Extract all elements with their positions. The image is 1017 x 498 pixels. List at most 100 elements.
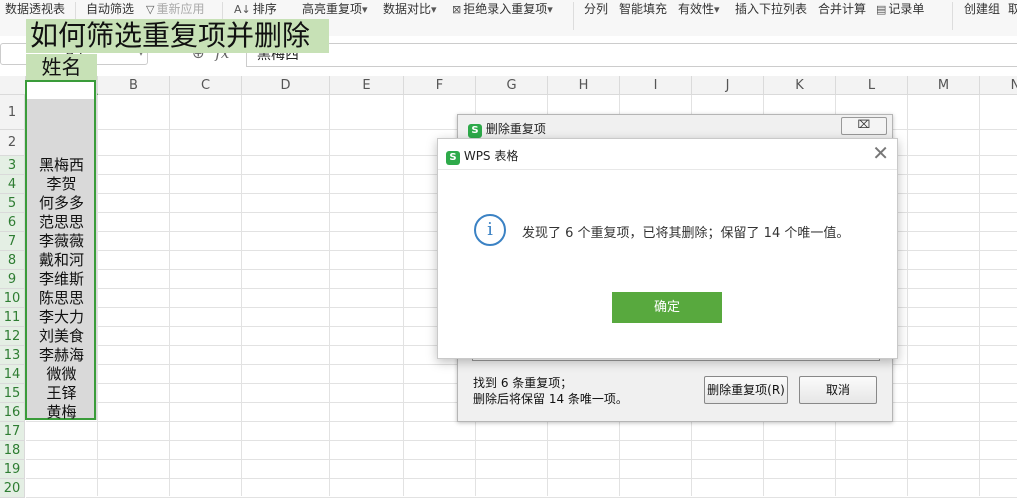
row-header-2[interactable]: 2 (0, 130, 25, 156)
data-compare-label: 数据对比 (383, 2, 432, 16)
select-all-corner[interactable] (0, 76, 26, 95)
toolbar-divider (573, 2, 574, 30)
row-header-4[interactable]: 4 (0, 175, 25, 194)
record-form-button[interactable]: ▤ 记录单 (876, 0, 924, 18)
column-header-k[interactable]: K (764, 76, 836, 95)
reapply-label: 重新应用 (156, 2, 205, 16)
row-header-9[interactable]: 9 (0, 270, 25, 289)
name-cell[interactable]: 李薇薇 (26, 232, 97, 251)
row-header-8[interactable]: 8 (0, 251, 25, 270)
sort-button[interactable]: A↓ 排序 (234, 0, 277, 18)
row-header-16[interactable]: 16 (0, 403, 25, 422)
dialog-header: S WPS 表格 ✕ (438, 139, 897, 170)
column-header-i[interactable]: I (620, 76, 692, 95)
row-header-18[interactable]: 18 (0, 441, 25, 460)
wps-message-dialog: S WPS 表格 ✕ i 发现了 6 个重复项，已将其删除；保留了 14 个唯一… (437, 138, 898, 359)
name-cell[interactable]: 李大力 (26, 308, 97, 327)
name-cell[interactable]: 何多多 (26, 194, 97, 213)
close-icon: ⌧ (857, 118, 871, 131)
smart-fill-button[interactable]: 智能填充 (619, 0, 667, 18)
chevron-down-icon: ▾ (362, 3, 368, 16)
row-header-1[interactable]: 1 (0, 95, 25, 130)
name-cell[interactable]: 李赫海 (26, 346, 97, 365)
row-header-13[interactable]: 13 (0, 346, 25, 365)
dialog-header: S 删除重复项 ⌧ (458, 115, 892, 139)
ok-button[interactable]: 确定 (612, 292, 722, 323)
chevron-down-icon: ▾ (431, 3, 437, 16)
row-header-6[interactable]: 6 (0, 213, 25, 232)
consolidate-button[interactable]: 合并计算 (818, 0, 866, 18)
row-header-5[interactable]: 5 (0, 194, 25, 213)
formula-input[interactable]: 黑梅西 (246, 43, 1017, 67)
filter-icon: ▽ (146, 3, 155, 16)
column-header-n[interactable]: N (980, 76, 1017, 95)
name-cell[interactable]: 刘美食 (26, 327, 97, 346)
result-message: 发现了 6 个重复项，已将其删除；保留了 14 个唯一值。 (522, 226, 850, 241)
row-header-20[interactable]: 20 (0, 479, 25, 498)
column-header-d[interactable]: D (242, 76, 330, 95)
row-header-10[interactable]: 10 (0, 289, 25, 308)
gridline (26, 440, 1017, 441)
close-button[interactable]: ⌧ (841, 117, 887, 135)
dialog-title-text: WPS 表格 (463, 149, 519, 163)
row-header-3[interactable]: 3 (0, 156, 25, 175)
row-header-19[interactable]: 19 (0, 460, 25, 479)
text-to-columns-button[interactable]: 分列 (584, 0, 608, 18)
wps-logo-icon: S (468, 124, 482, 138)
name-cell[interactable]: 黄梅 (26, 403, 97, 422)
reject-duplicates-label: 拒绝录入重复项 (463, 2, 548, 16)
column-header-m[interactable]: M (908, 76, 980, 95)
chevron-down-icon: ▾ (714, 3, 720, 16)
row-header-15[interactable]: 15 (0, 384, 25, 403)
column-header-e[interactable]: E (330, 76, 404, 95)
auto-filter-button[interactable]: 自动筛选 (86, 0, 134, 18)
column-header-l[interactable]: L (836, 76, 908, 95)
remove-duplicates-button[interactable]: 删除重复项(R) (704, 376, 788, 404)
row-header-17[interactable]: 17 (0, 422, 25, 441)
dialog-title: S WPS 表格 (446, 147, 518, 165)
reapply-filter-button[interactable]: ▽ 重新应用 (146, 0, 204, 18)
column-header-h[interactable]: H (548, 76, 620, 95)
name-header-cell[interactable]: 姓名 (26, 54, 97, 80)
validation-button[interactable]: 有效性▾ (678, 0, 722, 18)
chevron-down-icon: ▾ (547, 3, 553, 16)
sheet-title-cell[interactable]: 如何筛选重复项并删除 (26, 19, 329, 53)
pivot-table-button[interactable]: 数据透视表 (5, 0, 65, 18)
highlight-duplicates-button[interactable]: 高亮重复项▾ (302, 0, 370, 18)
insert-dropdown-list-button[interactable]: 插入下拉列表 (735, 0, 807, 18)
row-header-11[interactable]: 11 (0, 308, 25, 327)
name-cell[interactable]: 王铎 (26, 384, 97, 403)
row-header-14[interactable]: 14 (0, 365, 25, 384)
name-cell[interactable]: 范思思 (26, 213, 97, 232)
dialog-title-text: 删除重复项 (485, 122, 546, 136)
reject-icon: ⊠ (452, 3, 462, 16)
toolbar-divider (952, 2, 953, 30)
keep-unique-text: 删除后将保留 14 条唯一项。 (473, 392, 628, 406)
validation-label: 有效性 (678, 2, 715, 16)
cancel-button[interactable]: 取消 (799, 376, 877, 404)
name-cell[interactable]: 黑梅西 (26, 156, 97, 175)
gridline (26, 459, 1017, 460)
column-header-c[interactable]: C (170, 76, 242, 95)
column-header-g[interactable]: G (476, 76, 548, 95)
ungroup-button[interactable]: 取 (1008, 0, 1017, 18)
row-header-12[interactable]: 12 (0, 327, 25, 346)
data-compare-button[interactable]: 数据对比▾ (383, 0, 439, 18)
found-duplicates-text: 找到 6 条重复项； (473, 376, 573, 390)
column-header-j[interactable]: J (692, 76, 764, 95)
column-header-f[interactable]: F (404, 76, 476, 95)
sort-label: 排序 (252, 2, 277, 16)
name-cell[interactable]: 李贺 (26, 175, 97, 194)
create-group-button[interactable]: 创建组 (964, 0, 1000, 18)
wps-logo-icon: S (446, 151, 460, 165)
close-icon[interactable]: ✕ (872, 143, 889, 163)
name-cell[interactable]: 戴和河 (26, 251, 97, 270)
name-cell[interactable]: 李维斯 (26, 270, 97, 289)
column-header-b[interactable]: B (98, 76, 170, 95)
reject-duplicates-button[interactable]: ⊠ 拒绝录入重复项▾ (452, 0, 555, 18)
record-form-label: 记录单 (888, 2, 925, 16)
sort-icon: A↓ (234, 3, 251, 16)
name-cell[interactable]: 陈思思 (26, 289, 97, 308)
name-cell[interactable]: 微微 (26, 365, 97, 384)
row-header-7[interactable]: 7 (0, 232, 25, 251)
